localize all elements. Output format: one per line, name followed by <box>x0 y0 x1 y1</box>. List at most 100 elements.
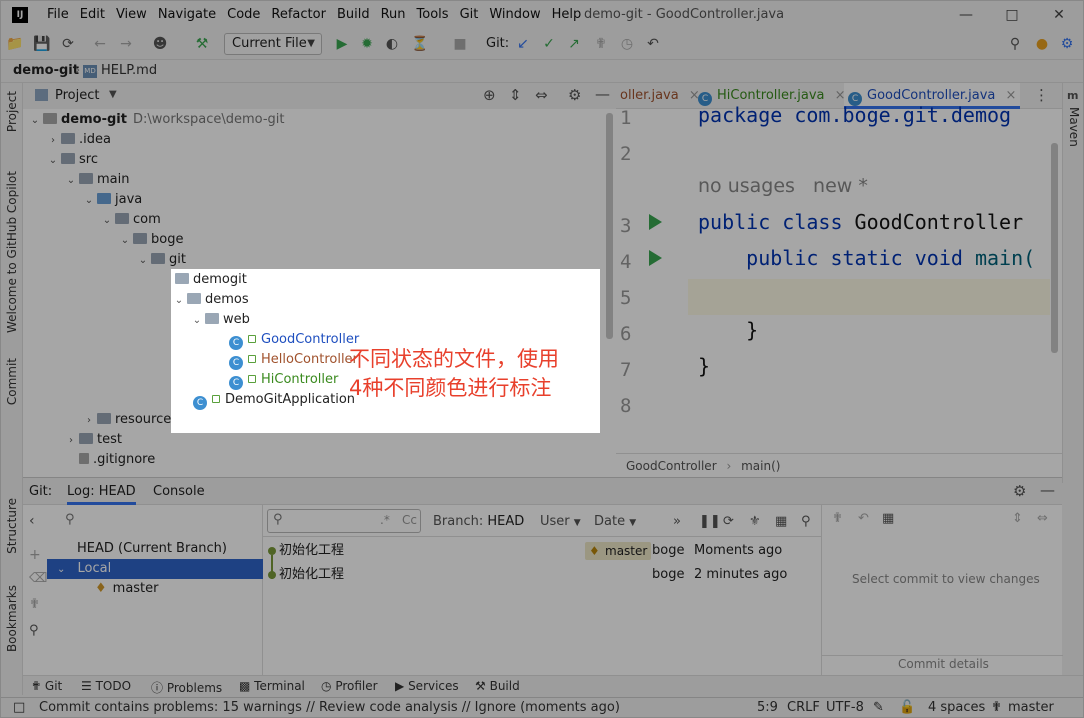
pause-icon[interactable]: ❚❚ <box>699 514 721 529</box>
commit-tool-tab[interactable]: Commit <box>5 358 19 405</box>
tree-item-java[interactable]: ⌄ java <box>83 190 142 210</box>
stop-icon[interactable]: ■ <box>451 35 469 53</box>
commit-row[interactable]: 初始化工程 ♦ master boge Moments ago <box>263 539 821 579</box>
more-tabs-icon[interactable]: ⋮ <box>1034 86 1049 104</box>
tree-item-git[interactable]: ⌄ git <box>137 250 186 270</box>
chevron-right-icon[interactable]: › <box>65 431 77 451</box>
chevron-down-icon[interactable]: ⌄ <box>173 291 185 311</box>
tool-tab-profiler[interactable]: ◷ Profiler <box>321 679 378 693</box>
forward-icon[interactable]: → <box>117 35 135 53</box>
chevron-down-icon[interactable]: ⌄ <box>191 311 203 331</box>
tree-item-main[interactable]: ⌄ main <box>65 170 130 191</box>
code-line-7[interactable]: } <box>698 354 710 378</box>
close-icon[interactable]: ✕ <box>1044 4 1074 26</box>
tree-item-src[interactable]: ⌄ src <box>47 150 98 170</box>
match-case-icon[interactable]: Cc <box>402 513 417 527</box>
code-line-4[interactable]: public static void main( <box>698 246 1035 270</box>
branch-head[interactable]: HEAD (Current Branch) <box>47 539 263 559</box>
tool-tab-build[interactable]: ⚒ Build <box>475 679 520 693</box>
menu-window[interactable]: Window <box>489 7 540 22</box>
code-line-6[interactable]: } <box>698 318 758 342</box>
code-line-3[interactable]: public class GoodController <box>698 210 1023 234</box>
breadcrumb-method[interactable]: main() <box>741 459 780 473</box>
add-icon[interactable]: + <box>29 547 41 563</box>
run-icon[interactable]: ▶ <box>333 35 351 53</box>
git-commit-icon[interactable]: ✓ <box>540 35 558 53</box>
locate-icon[interactable]: ⊕ <box>483 86 496 104</box>
build-hammer-icon[interactable]: ⚒ <box>193 35 211 53</box>
chevron-down-icon[interactable]: ⌄ <box>29 111 41 131</box>
tree-item-demo-git-application[interactable]: C DemoGitApplication <box>193 390 355 410</box>
git-push-icon[interactable]: ↗ <box>565 35 583 53</box>
git-history-icon[interactable]: ◷ <box>618 35 636 53</box>
code-line-1[interactable]: package com.boge.git.demog <box>698 103 1011 127</box>
tab-hello-controller[interactable]: oller.java × <box>620 83 700 109</box>
revert-icon[interactable]: ↶ <box>858 511 869 526</box>
search-icon[interactable]: ⚲ <box>1006 35 1024 53</box>
expand-all-icon[interactable]: ⇕ <box>509 86 522 104</box>
menu-run[interactable]: Run <box>381 7 406 22</box>
regex-icon[interactable]: .* <box>380 513 390 527</box>
status-branch[interactable]: master <box>1008 700 1054 715</box>
menu-git[interactable]: Git <box>460 7 479 22</box>
tree-item-resources[interactable]: › resources <box>83 410 178 430</box>
breadcrumb-project[interactable]: demo-git <box>13 63 79 78</box>
rollback-icon[interactable]: ↶ <box>644 35 662 53</box>
group-by-icon[interactable]: ▦ <box>882 511 894 526</box>
user-icon[interactable]: ☻ <box>151 35 169 53</box>
debug-icon[interactable]: ✹ <box>358 35 376 53</box>
tree-item-root[interactable]: ⌄ demo-git D:\workspace\demo-git <box>29 110 285 130</box>
readonly-lock-icon[interactable]: 🔓 <box>899 700 915 715</box>
tab-console[interactable]: Console <box>153 478 205 505</box>
menu-help[interactable]: Help <box>552 7 582 22</box>
tree-item-web[interactable]: ⌄ web <box>191 310 250 330</box>
delete-icon[interactable]: ⌫ <box>29 571 47 586</box>
search-icon[interactable]: ⚲ <box>29 623 39 638</box>
run-gutter-icon[interactable] <box>649 214 662 230</box>
project-panel-title[interactable]: Project <box>55 88 99 103</box>
bookmarks-tool-tab[interactable]: Bookmarks <box>5 585 19 652</box>
chevron-down-icon[interactable]: ⌄ <box>47 151 59 171</box>
tree-item-com[interactable]: ⌄ com <box>101 210 161 230</box>
menu-refactor[interactable]: Refactor <box>271 7 326 22</box>
menu-tools[interactable]: Tools <box>417 7 449 22</box>
settings-icon[interactable]: ⚙ <box>1058 35 1076 53</box>
breadcrumb-class[interactable]: GoodController <box>626 459 717 473</box>
tree-item-gitignore[interactable]: .gitignore <box>65 450 155 470</box>
commit-row[interactable]: 初始化工程 boge 2 minutes ago <box>263 563 821 587</box>
code-vision-hint[interactable]: no usages new * <box>698 175 868 197</box>
menu-navigate[interactable]: Navigate <box>158 7 216 22</box>
gear-icon[interactable]: ⚙ <box>568 86 581 104</box>
editor-scrollbar[interactable] <box>1051 143 1058 353</box>
save-icon[interactable]: 💾 <box>33 35 51 53</box>
expand-all-icon[interactable]: ⇕ <box>1012 511 1023 526</box>
expand-icon[interactable]: ✟ <box>832 511 843 526</box>
minimize-icon[interactable]: — <box>951 4 981 26</box>
chevron-down-icon[interactable]: ▼ <box>109 89 117 100</box>
status-line-separator[interactable]: CRLF <box>787 700 820 715</box>
hide-icon[interactable]: — <box>595 85 610 103</box>
tool-tab-problems[interactable]: ⓘ Problems <box>151 679 222 696</box>
tree-item-hello-controller[interactable]: C HelloController <box>229 350 358 370</box>
git-branches-icon[interactable]: ✟ <box>592 35 610 53</box>
tree-item-hi-controller[interactable]: C HiController <box>229 370 338 390</box>
run-config-select[interactable]: Current File ▼ <box>224 33 322 55</box>
branch-compare-icon[interactable]: ✟ <box>29 597 40 612</box>
update-icon[interactable]: ● <box>1033 35 1051 53</box>
chevron-down-icon[interactable]: ⌄ <box>65 171 77 191</box>
menu-file[interactable]: File <box>47 7 69 22</box>
project-tool-tab[interactable]: Project <box>5 91 19 132</box>
hide-icon[interactable]: — <box>1040 481 1055 499</box>
refresh-icon[interactable]: ⟳ <box>723 514 734 529</box>
chevron-down-icon[interactable]: ⌄ <box>137 251 149 271</box>
branch-filter[interactable]: Branch: HEAD <box>433 514 524 529</box>
cherry-pick-icon[interactable]: ⚜ <box>749 514 761 529</box>
status-message[interactable]: Commit contains problems: 15 warnings //… <box>39 700 620 715</box>
menu-view[interactable]: View <box>116 7 147 22</box>
profile-icon[interactable]: ⏳ <box>411 35 429 53</box>
structure-tool-tab[interactable]: Structure <box>5 498 19 554</box>
menu-build[interactable]: Build <box>337 7 370 22</box>
search-icon[interactable]: ⚲ <box>801 514 811 529</box>
copilot-tool-tab[interactable]: Welcome to GitHub Copilot <box>5 171 19 333</box>
more-icon[interactable]: » <box>673 514 681 529</box>
